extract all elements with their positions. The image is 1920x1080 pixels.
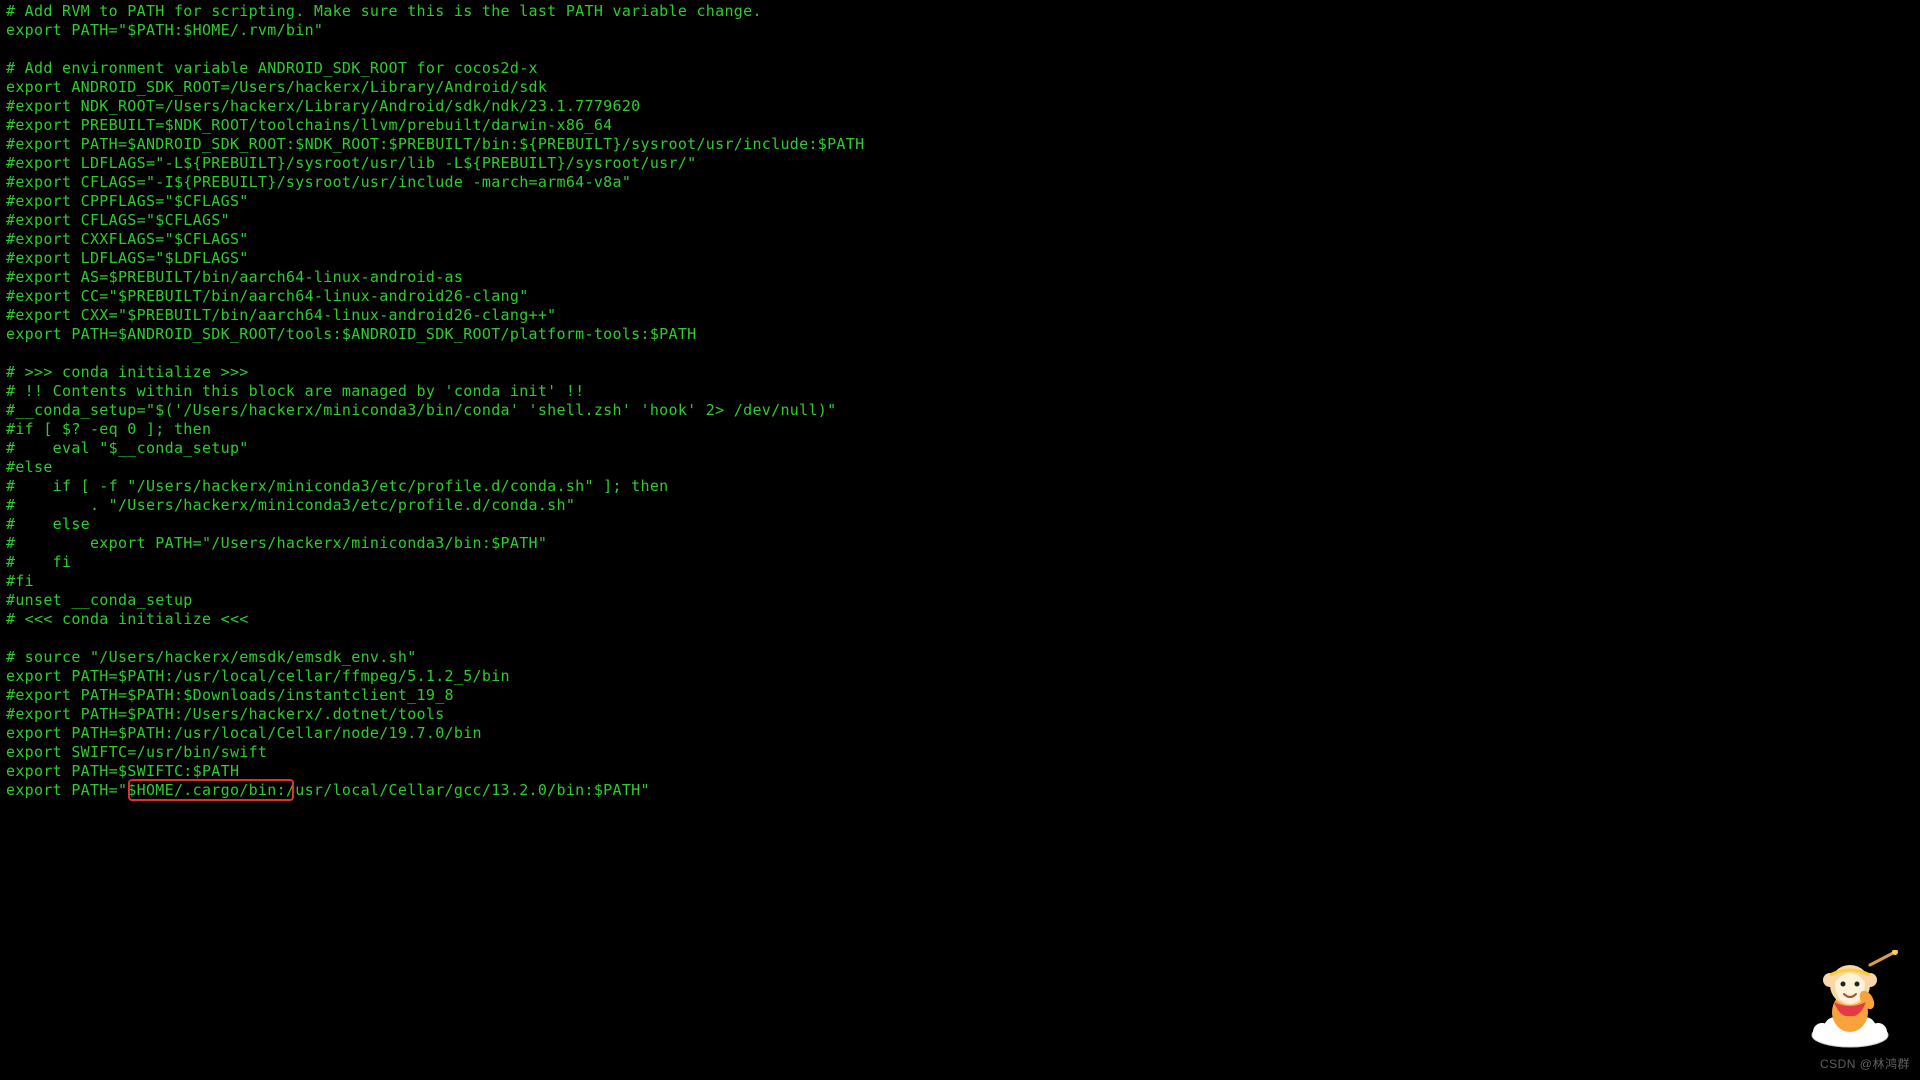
mascot-icon	[1800, 950, 1900, 1050]
watermark-text: CSDN @林鸿群	[1820, 1055, 1910, 1074]
terminal-output: # Add RVM to PATH for scripting. Make su…	[0, 0, 1920, 802]
